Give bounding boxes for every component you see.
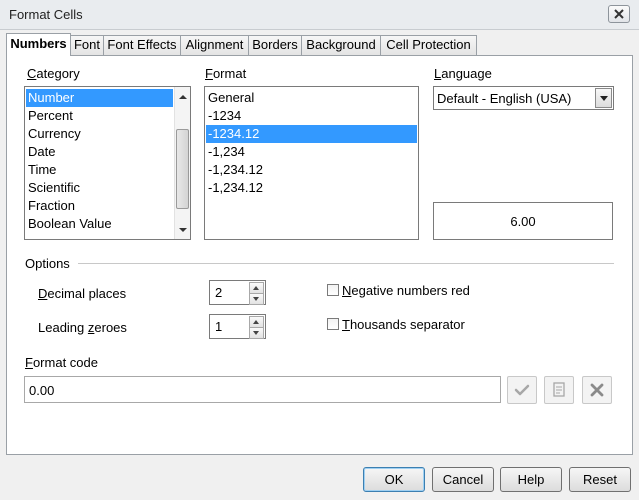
- format-item[interactable]: -1234: [206, 107, 241, 125]
- category-label: Category: [27, 66, 80, 81]
- format-preview: 6.00: [433, 202, 613, 240]
- scrollbar-thumb[interactable]: [176, 129, 189, 209]
- tab-font[interactable]: Font: [70, 35, 104, 55]
- tab-font-effects[interactable]: Font Effects: [103, 35, 181, 55]
- delete-format-button[interactable]: [582, 376, 612, 404]
- leading-zeroes-stepper[interactable]: 1: [209, 314, 266, 339]
- leading-zeroes-value: 1: [215, 319, 223, 334]
- help-button[interactable]: Help: [500, 467, 562, 492]
- leading-zeroes-down-button[interactable]: [249, 327, 264, 339]
- language-label: Language: [434, 66, 492, 81]
- decimal-places-value: 2: [215, 285, 223, 300]
- scroll-up-arrow-icon[interactable]: [179, 95, 187, 99]
- format-item-selected[interactable]: -1234.12: [206, 125, 417, 143]
- category-item-fraction[interactable]: Fraction: [26, 197, 75, 215]
- language-select[interactable]: Default - English (USA): [433, 86, 614, 110]
- ok-button[interactable]: OK: [363, 467, 425, 492]
- tab-background[interactable]: Background: [301, 35, 381, 55]
- decimal-places-stepper[interactable]: 2: [209, 280, 266, 305]
- edit-comment-button[interactable]: [544, 376, 574, 404]
- format-item[interactable]: -1,234.12: [206, 179, 263, 197]
- tab-alignment[interactable]: Alignment: [180, 35, 249, 55]
- preview-value: 6.00: [510, 214, 536, 229]
- delete-icon: [590, 383, 604, 397]
- format-code-label: Format code: [25, 355, 98, 370]
- spin-down-icon: [253, 331, 259, 335]
- category-item-date[interactable]: Date: [26, 143, 55, 161]
- format-item[interactable]: -1,234: [206, 143, 245, 161]
- category-item-percent[interactable]: Percent: [26, 107, 73, 125]
- spin-up-icon: [253, 286, 259, 290]
- leading-zeroes-label: Leading zeroes: [38, 320, 127, 335]
- thousands-separator-checkbox[interactable]: [327, 318, 339, 330]
- category-item-currency[interactable]: Currency: [26, 125, 81, 143]
- options-separator: [78, 263, 614, 264]
- spin-down-icon: [253, 297, 259, 301]
- tab-numbers[interactable]: Numbers: [6, 33, 71, 56]
- tab-borders[interactable]: Borders: [248, 35, 302, 55]
- category-list[interactable]: Number Percent Currency Date Time Scient…: [24, 86, 191, 240]
- chevron-down-icon: [600, 96, 608, 101]
- scroll-down-arrow-icon[interactable]: [179, 228, 187, 232]
- spin-up-icon: [253, 320, 259, 324]
- reset-button[interactable]: Reset: [569, 467, 631, 492]
- format-code-value: 0.00: [29, 383, 55, 398]
- options-label: Options: [25, 256, 70, 271]
- close-icon: [614, 9, 624, 19]
- format-item[interactable]: -1,234.12: [206, 161, 263, 179]
- format-label: Format: [205, 66, 247, 81]
- comment-icon: [553, 382, 565, 397]
- apply-format-button[interactable]: [507, 376, 537, 404]
- decimal-places-down-button[interactable]: [249, 293, 264, 305]
- close-button[interactable]: [608, 5, 630, 23]
- format-list[interactable]: General -1234 -1234.12 -1,234 -1,234.12 …: [204, 86, 419, 240]
- category-scrollbar[interactable]: [174, 87, 190, 239]
- category-item-number[interactable]: Number: [26, 89, 173, 107]
- format-item-general[interactable]: General: [206, 89, 254, 107]
- window-title: Format Cells: [9, 7, 83, 22]
- title-bar: Format Cells: [0, 0, 639, 30]
- thousands-separator-label[interactable]: Thousands separator: [342, 317, 465, 332]
- category-item-time[interactable]: Time: [26, 161, 56, 179]
- format-code-input[interactable]: 0.00: [24, 376, 501, 403]
- negative-numbers-red-checkbox[interactable]: [327, 284, 339, 296]
- cancel-button[interactable]: Cancel: [432, 467, 494, 492]
- language-value: Default - English (USA): [437, 91, 572, 106]
- category-item-boolean-value[interactable]: Boolean Value: [26, 215, 112, 233]
- tab-cell-protection[interactable]: Cell Protection: [380, 35, 477, 55]
- language-dropdown-button[interactable]: [595, 88, 612, 108]
- category-item-scientific[interactable]: Scientific: [26, 179, 80, 197]
- negative-numbers-red-label[interactable]: Negative numbers red: [342, 283, 470, 298]
- check-icon: [514, 384, 530, 396]
- decimal-places-label: Decimal places: [38, 286, 127, 301]
